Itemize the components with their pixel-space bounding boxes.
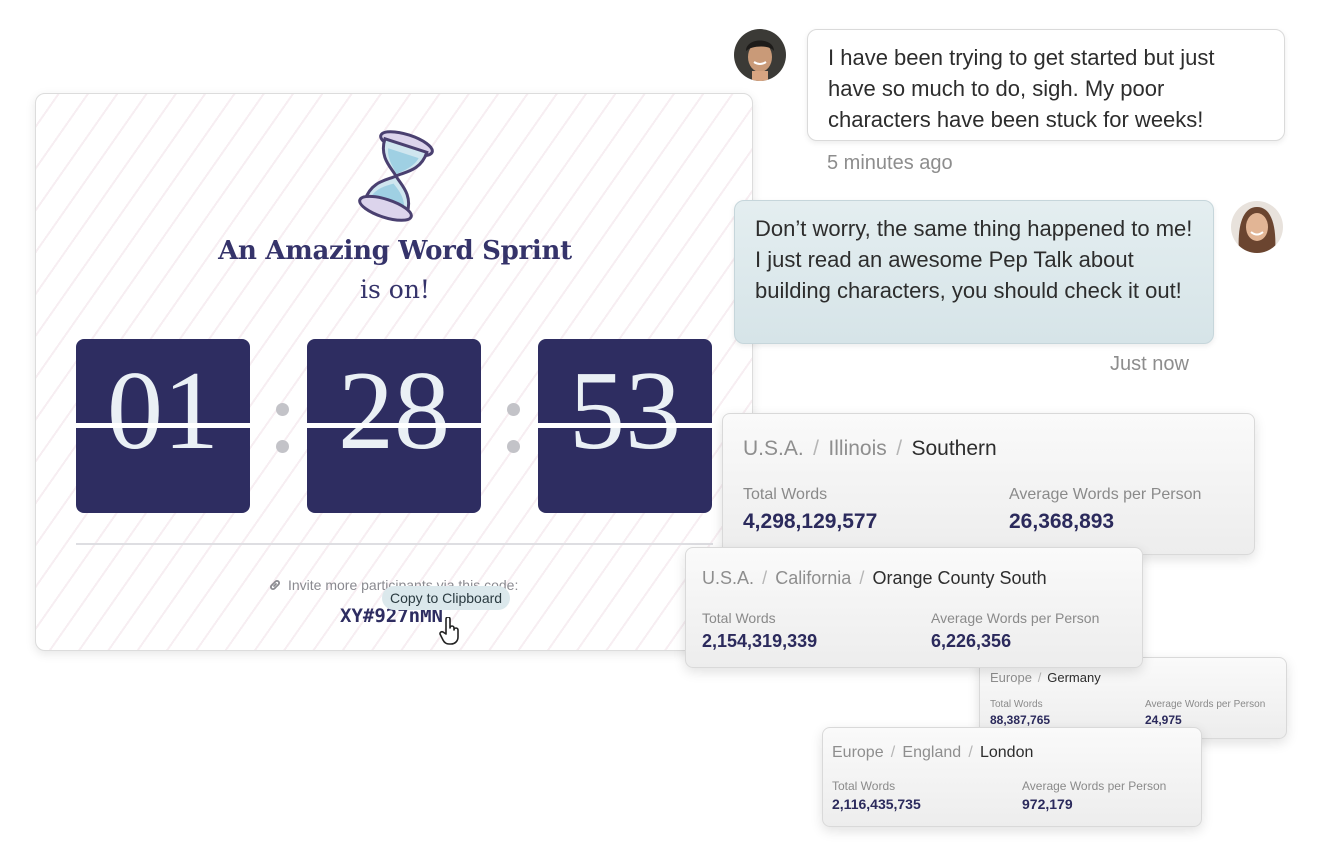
avatar [734,29,786,81]
timer-minutes-value: 28 [338,349,450,473]
breadcrumb-separator: / [1037,670,1042,685]
chat-message-text: Don’t worry, the same thing happened to … [755,216,1193,303]
flip-divider [76,423,250,428]
word-sprint-card: An Amazing Word Sprint is on! 01 28 53 I… [35,93,753,651]
timer-hours: 01 [76,339,250,513]
breadcrumb-item[interactable]: U.S.A. [702,568,754,588]
timer-hours-value: 01 [107,349,219,473]
stat-card-london[interactable]: Europe / England / London Total Words 2,116,… [822,727,1202,827]
message-timestamp: 5 minutes ago [827,152,953,174]
flip-divider [538,423,712,428]
stat-card-southern[interactable]: U.S.A. / Illinois / Southern Total Words 4,2… [722,413,1255,555]
total-words-value: 4,298,129,577 [743,510,878,533]
hand-pointer-icon [439,617,459,645]
sprint-subtitle: is on! [360,275,430,304]
breadcrumb-separator: / [968,744,973,761]
stat-card-orange-county-south[interactable]: U.S.A. / California / Orange County South To… [685,547,1143,668]
chat-message-text: I have been trying to get started but ju… [828,45,1215,132]
chat-message-incoming: I have been trying to get started but ju… [807,29,1285,141]
breadcrumb-item[interactable]: Illinois [828,437,886,460]
average-words-label: Average Words per Person [1022,779,1167,793]
breadcrumb-current: Germany [1047,670,1101,685]
total-words-label: Total Words [832,779,896,793]
total-words-value: 2,116,435,735 [832,796,921,812]
total-words-label: Total Words [743,486,828,503]
total-words-value: 88,387,765 [990,713,1051,727]
timer-seconds-value: 53 [569,349,681,473]
breadcrumb-item[interactable]: Europe [990,670,1032,685]
total-words-label: Total Words [990,699,1043,710]
link-icon [270,580,280,590]
message-timestamp: Just now [1110,353,1189,375]
timer-minutes: 28 [307,339,481,513]
copy-to-clipboard-tooltip[interactable]: Copy to Clipboard [382,586,511,610]
breadcrumb-separator: / [896,437,903,460]
average-words-value: 972,179 [1022,796,1073,812]
average-words-label: Average Words per Person [1145,699,1266,710]
total-words-label: Total Words [702,610,776,626]
average-words-value: 24,975 [1145,713,1182,727]
chat-message-outgoing: Don’t worry, the same thing happened to … [734,200,1214,344]
breadcrumb-current: London [979,744,1034,761]
hourglass-icon [358,130,434,222]
sprint-title: An Amazing Word Sprint [218,236,572,266]
colon-dot [507,440,520,453]
flip-divider [307,423,481,428]
timer-seconds: 53 [538,339,712,513]
avatar [1231,201,1283,253]
breadcrumb-current: Southern [911,437,997,460]
breadcrumb: Europe / Germany [990,670,1101,685]
divider [76,543,713,545]
breadcrumb-separator: / [762,568,768,588]
average-words-label: Average Words per Person [931,610,1100,626]
breadcrumb-item[interactable]: U.S.A. [743,437,804,460]
breadcrumb: U.S.A. / California / Orange County South [702,568,1047,589]
breadcrumb-separator: / [859,568,865,588]
breadcrumb-item[interactable]: California [775,568,851,588]
breadcrumb-separator: / [813,437,819,460]
colon-dot [507,403,520,416]
breadcrumb-item[interactable]: England [902,744,961,761]
average-words-value: 26,368,893 [1009,510,1115,533]
breadcrumb: U.S.A. / Illinois / Southern [743,437,997,461]
average-words-label: Average Words per Person [1009,486,1202,503]
average-words-value: 6,226,356 [931,631,1012,651]
breadcrumb-item[interactable]: Europe [832,744,884,761]
breadcrumb: Europe / England / London [832,744,1033,762]
colon-dot [276,403,289,416]
breadcrumb-current: Orange County South [872,568,1047,588]
breadcrumb-separator: / [890,744,896,761]
colon-dot [276,440,289,453]
total-words-value: 2,154,319,339 [702,631,818,651]
